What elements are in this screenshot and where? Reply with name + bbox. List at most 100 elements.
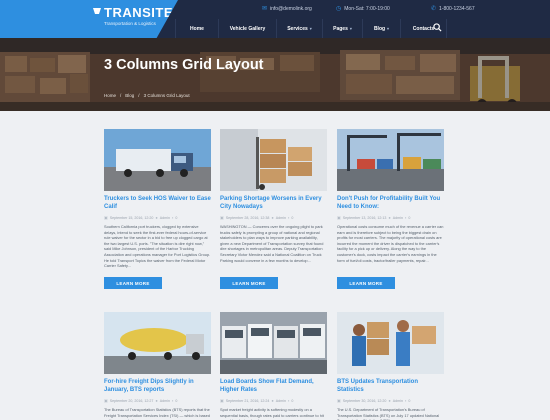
user-icon: ● — [388, 215, 391, 220]
post-image[interactable] — [220, 312, 327, 374]
nav-item-home[interactable]: Home — [175, 19, 218, 38]
post-comments[interactable]: 0 — [175, 399, 177, 403]
nav-item-pages[interactable]: Pages ▾ — [322, 19, 362, 38]
nav-item-label: Blog — [373, 25, 386, 32]
post-author[interactable]: Admin — [276, 399, 286, 403]
nav-item-services[interactable]: Services ▾ — [276, 19, 322, 38]
post-author[interactable]: Admin — [393, 216, 403, 220]
post-date: September 21, 2016, 12:24 — [225, 398, 270, 403]
comment-icon: ▪ — [404, 215, 407, 220]
post-excerpt: WASHINGTON — Concerns over the ongoing p… — [220, 224, 324, 263]
user-icon: ● — [271, 215, 274, 220]
post-excerpt: The Bureau of Transportation Statistics … — [104, 407, 210, 420]
nav-item-label: Contacts — [412, 25, 435, 32]
post-title-link[interactable]: Don't Push for Profitability Built You N… — [337, 196, 444, 211]
search-icon[interactable] — [433, 23, 442, 32]
logo-mark-icon — [93, 8, 101, 14]
post-title-link[interactable]: Truckers to Seek HOS Waiver to Ease Cali… — [104, 196, 211, 211]
calendar-icon: ▣ — [220, 398, 224, 403]
post-title-link[interactable]: For-hire Freight Dips Slightly in Januar… — [104, 379, 211, 394]
post-image[interactable] — [220, 129, 327, 191]
post-card: Truckers to Seek HOS Waiver to Ease Cali… — [104, 129, 211, 292]
post-image[interactable] — [337, 312, 444, 374]
post-title-link[interactable]: Load Boards Show Flat Demand, Higher Rat… — [220, 379, 327, 394]
contact-phone[interactable]: ✆ 1-800-1234-567 — [431, 5, 475, 13]
post-author[interactable]: Admin — [160, 216, 170, 220]
phone-icon: ✆ — [431, 6, 437, 12]
breadcrumb-blog-link[interactable]: Blog — [125, 93, 134, 98]
learn-more-button[interactable]: LEARN MORE — [220, 277, 278, 289]
post-comments[interactable]: 0 — [408, 216, 410, 220]
nav-item-label: Home — [190, 25, 204, 32]
chevron-down-icon: ▾ — [309, 26, 312, 31]
breadcrumb-home-link[interactable]: Home — [104, 93, 116, 98]
logo-subtitle: Transportation & Logistics — [104, 21, 156, 26]
post-excerpt: Southern California port truckers, clogg… — [104, 224, 211, 269]
post-meta: ▣ September 28, 2016, 12:38 ● Admin ▪ 0 — [220, 215, 327, 220]
post-author[interactable]: Admin — [393, 399, 403, 403]
nav-item-label: Vehicle Gallery — [229, 25, 266, 32]
post-excerpt: Spot market freight activity is softenin… — [220, 407, 324, 420]
calendar-icon: ▣ — [337, 398, 341, 403]
calendar-icon: ▣ — [104, 215, 108, 220]
chevron-down-icon: ▾ — [387, 26, 390, 31]
calendar-icon: ▣ — [220, 215, 224, 220]
user-icon: ● — [155, 215, 158, 220]
post-image[interactable] — [104, 129, 211, 191]
post-image[interactable] — [104, 312, 211, 374]
user-icon: ● — [155, 398, 158, 403]
contact-hours-text: Mon-Sat: 7:00-19:00 — [344, 5, 390, 12]
user-icon: ● — [388, 398, 391, 403]
post-excerpt: The U.S. Department of Transportation's … — [337, 407, 440, 420]
post-card: BTS Updates Transportation Statistics ▣ … — [337, 312, 444, 420]
post-excerpt: Operational costs consume much of the re… — [337, 224, 444, 263]
page-title: 3 Columns Grid Layout — [104, 57, 264, 73]
learn-more-button[interactable]: LEARN MORE — [104, 277, 162, 289]
truck-fleet-image — [220, 312, 327, 374]
post-title-link[interactable]: Parking Shortage Worsens in Every City N… — [220, 196, 327, 211]
contact-phone-text: 1-800-1234-567 — [439, 5, 475, 12]
chevron-down-icon: ▾ — [349, 26, 352, 31]
post-meta: ▣ September 20, 2016, 12:27 ● Admin ▪ 0 — [104, 398, 211, 403]
tanker-truck-image — [104, 312, 211, 374]
post-comments[interactable]: 0 — [291, 399, 293, 403]
breadcrumb: Home / Blog / 3 Columns Grid Layout — [104, 93, 190, 98]
logo-title: TRANSITEC — [104, 5, 183, 20]
comment-icon: ▪ — [287, 215, 290, 220]
post-meta: ▣ September 30, 2016, 12:20 ● Admin ▪ 0 — [337, 398, 444, 403]
page-hero: 3 Columns Grid Layout Home / Blog / 3 Co… — [0, 38, 550, 111]
calendar-icon: ▣ — [104, 398, 108, 403]
post-comments[interactable]: 0 — [291, 216, 293, 220]
logo-block[interactable]: TRANSITEC Transportation & Logistics — [0, 0, 178, 38]
post-image[interactable] — [337, 129, 444, 191]
learn-more-button[interactable]: LEARN MORE — [337, 277, 395, 289]
post-card: Load Boards Show Flat Demand, Higher Rat… — [220, 312, 327, 420]
contact-email[interactable]: ✉ info@demolink.org — [262, 5, 312, 13]
post-author[interactable]: Admin — [276, 216, 286, 220]
post-meta: ▣ September 15, 2016, 12:20 ● Admin ▪ 0 — [104, 215, 211, 220]
contact-hours: ◷ Mon-Sat: 7:00-19:00 — [336, 5, 390, 13]
hero-overlay — [0, 38, 550, 111]
breadcrumb-separator: / — [138, 93, 140, 98]
comment-icon: ▪ — [404, 398, 407, 403]
nav-item-label: Pages — [333, 25, 348, 32]
post-author[interactable]: Admin — [160, 399, 170, 403]
post-comments[interactable]: 0 — [408, 399, 410, 403]
post-date: September 30, 2016, 12:20 — [342, 398, 387, 403]
delivery-workers-image — [337, 312, 444, 374]
contact-email-text: info@demolink.org — [270, 5, 312, 12]
boxes-trolley-image — [220, 129, 327, 191]
breadcrumb-current: 3 Columns Grid Layout — [143, 93, 190, 98]
main-nav: Home Vehicle Gallery Services ▾ Pages ▾ … — [175, 19, 447, 38]
post-card: Don't Push for Profitability Built You N… — [337, 129, 444, 292]
comment-icon: ▪ — [287, 398, 290, 403]
post-title-link[interactable]: BTS Updates Transportation Statistics — [337, 379, 444, 394]
nav-item-vehicle-gallery[interactable]: Vehicle Gallery — [218, 19, 276, 38]
container-port-image — [337, 129, 444, 191]
post-date: September 13, 2016, 12:13 — [342, 215, 387, 220]
post-meta: ▣ September 13, 2016, 12:13 ● Admin ▪ 0 — [337, 215, 444, 220]
post-comments[interactable]: 0 — [175, 216, 177, 220]
top-header: TRANSITEC Transportation & Logistics ✉ i… — [0, 0, 550, 38]
nav-item-blog[interactable]: Blog ▾ — [362, 19, 400, 38]
truck-highway-image — [104, 129, 211, 191]
